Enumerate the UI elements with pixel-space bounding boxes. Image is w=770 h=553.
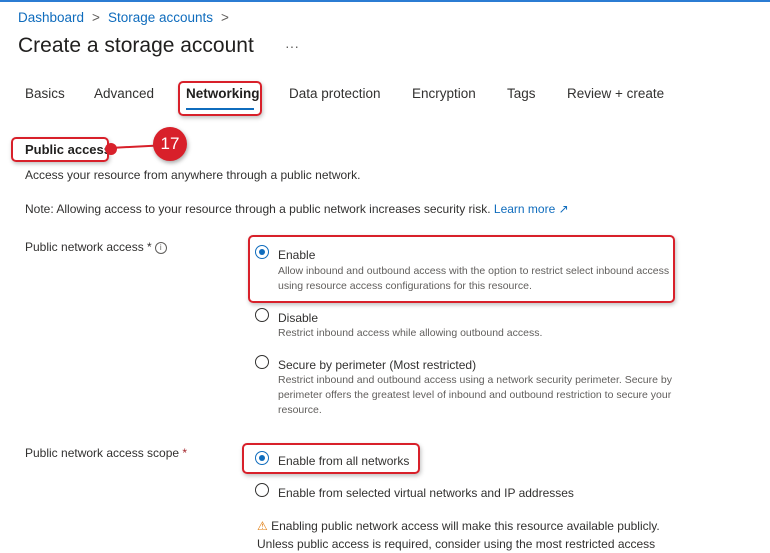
security-note-text: Note: Allowing access to your resource t… [25, 202, 491, 216]
tab-encryption[interactable]: Encryption [412, 86, 476, 101]
option-disable-description: Restrict inbound access while allowing o… [278, 327, 543, 339]
radio-selected-networks[interactable] [255, 483, 269, 497]
info-icon[interactable]: i [154, 242, 167, 254]
tab-tags[interactable]: Tags [507, 86, 536, 101]
more-options-button[interactable]: ··· [285, 38, 299, 54]
required-marker: * [182, 446, 188, 460]
breadcrumb: Dashboard > Storage accounts > [18, 10, 229, 25]
breadcrumb-storage-accounts[interactable]: Storage accounts [108, 10, 213, 25]
highlight-enable-option [248, 235, 675, 303]
breadcrumb-dashboard[interactable]: Dashboard [18, 10, 84, 25]
highlight-all-networks [242, 443, 420, 474]
tab-advanced[interactable]: Advanced [94, 86, 154, 101]
breadcrumb-separator: > [92, 10, 100, 25]
external-link-icon: ↗ [558, 202, 569, 216]
label-text: Public network access scope [25, 446, 180, 460]
option-perimeter-label[interactable]: Secure by perimeter (Most restricted) [278, 358, 476, 372]
highlight-networking-tab [178, 81, 262, 116]
page-title: Create a storage account [18, 34, 254, 57]
public-network-access-label: Public network access * i [25, 240, 167, 254]
security-note: Note: Allowing access to your resource t… [25, 202, 569, 216]
option-selected-networks-label[interactable]: Enable from selected virtual networks an… [278, 486, 574, 500]
learn-more-link[interactable]: Learn more ↗ [494, 202, 569, 216]
warning-icon: ⚠ [257, 519, 268, 533]
label-text: Public network access * [25, 240, 152, 254]
public-network-access-scope-label: Public network access scope * [25, 446, 187, 460]
option-disable-label[interactable]: Disable [278, 311, 318, 325]
annotation-dot [105, 143, 117, 155]
public-access-warning: ⚠ Enabling public network access will ma… [257, 517, 677, 553]
top-border [0, 0, 770, 2]
tab-data-protection[interactable]: Data protection [289, 86, 381, 101]
radio-secure-by-perimeter[interactable] [255, 355, 269, 369]
tab-basics[interactable]: Basics [25, 86, 65, 101]
warning-text: Enabling public network access will make… [257, 519, 660, 551]
radio-disable[interactable] [255, 308, 269, 322]
annotation-connector [109, 144, 156, 149]
learn-more-label: Learn more [493, 202, 556, 216]
public-access-description: Access your resource from anywhere throu… [25, 168, 361, 182]
option-perimeter-description: Restrict inbound and outbound access usi… [278, 374, 672, 416]
tab-review-create[interactable]: Review + create [567, 86, 664, 101]
annotation-step-badge: 17 [153, 127, 187, 161]
breadcrumb-separator: > [221, 10, 229, 25]
highlight-public-access [11, 137, 109, 162]
